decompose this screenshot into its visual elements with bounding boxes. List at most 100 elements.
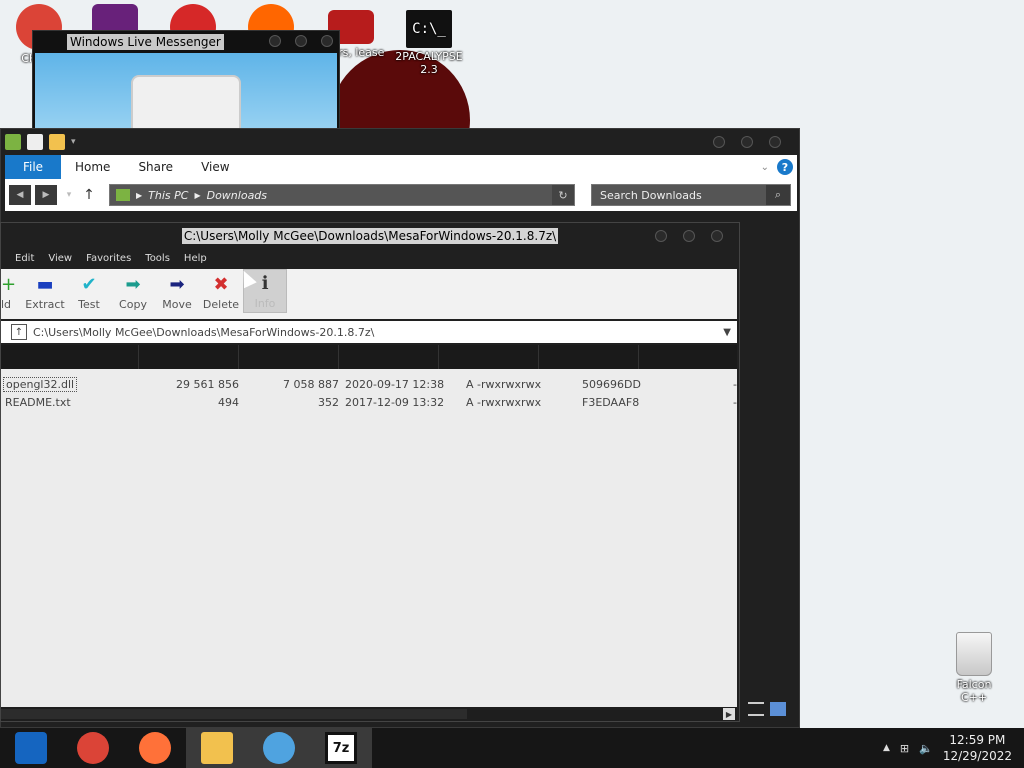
copy-button[interactable]: ➡ Copy — [111, 269, 155, 313]
file-crc: F3EDAAF8 — [582, 395, 640, 409]
tab-view[interactable]: View — [187, 155, 243, 179]
address-bar[interactable]: ▶ This PC ▶ Downloads ↻ — [109, 184, 575, 206]
breadcrumb-downloads[interactable]: Downloads — [207, 189, 267, 202]
chrome-canary-icon — [15, 732, 47, 764]
scroll-right-arrow-icon[interactable]: ▶ — [723, 708, 735, 720]
properties-icon[interactable] — [27, 134, 43, 150]
delete-button[interactable]: ✖ Delete — [199, 269, 243, 313]
tab-share[interactable]: Share — [124, 155, 187, 179]
minimize-button[interactable] — [713, 136, 725, 148]
file-crc: 509696DD — [582, 377, 641, 391]
chevron-down-icon[interactable]: ⌄ — [761, 162, 769, 173]
close-button[interactable] — [321, 35, 333, 47]
favorite-folder-icon[interactable]: ↑ — [11, 324, 27, 340]
chevron-up-icon[interactable]: ▲ — [883, 743, 890, 753]
column-crc[interactable] — [539, 345, 639, 369]
network-icon[interactable]: ⊞ — [900, 742, 909, 755]
breadcrumb-this-pc[interactable]: This PC — [148, 189, 188, 202]
search-icon[interactable]: ⌕ — [766, 185, 790, 205]
desktop-icon-2pacalypse[interactable]: C:\_ 2PACALYPSE 2.3 — [394, 10, 464, 76]
messenger-body — [35, 53, 337, 145]
messenger-window[interactable]: Windows Live Messenger — [32, 30, 340, 145]
info-label: Info — [254, 297, 276, 310]
column-size[interactable] — [139, 345, 239, 369]
add-button[interactable]: + ld — [1, 269, 23, 313]
minimize-button[interactable] — [655, 230, 667, 242]
tab-file[interactable]: File — [5, 155, 61, 179]
horizontal-scrollbar[interactable]: ▶ — [1, 707, 737, 721]
details-view-icon[interactable] — [748, 702, 764, 716]
desktop-icon-label: 2PACALYPSE 2.3 — [395, 50, 463, 76]
move-button[interactable]: ➡ Move — [155, 269, 199, 313]
file-size: 29 561 856 — [176, 377, 239, 391]
column-name[interactable] — [1, 345, 139, 369]
delete-icon: ✖ — [213, 274, 229, 295]
help-icon[interactable]: ? — [777, 159, 793, 175]
breadcrumb-separator-icon: ▶ — [194, 190, 201, 200]
add-label: ld — [1, 298, 12, 311]
search-input[interactable]: Search Downloads ⌕ — [591, 184, 791, 206]
preview-pane-icon[interactable] — [770, 702, 786, 716]
forward-button[interactable]: ▶ — [35, 185, 57, 205]
chevron-down-icon[interactable]: ▼ — [723, 327, 731, 338]
column-encrypted[interactable] — [639, 345, 737, 369]
add-icon: + — [1, 274, 17, 295]
taskbar: 7z ▲ ⊞ 🔈 12:59 PM 12/29/2022 — [0, 728, 1024, 768]
column-modified[interactable] — [339, 345, 439, 369]
refresh-icon[interactable]: ↻ — [552, 185, 574, 205]
clock[interactable]: 12:59 PM 12/29/2022 — [943, 732, 1012, 764]
messenger-title: Windows Live Messenger — [67, 34, 224, 50]
file-packed-size: 7 058 887 — [283, 377, 339, 391]
path-bar[interactable]: ↑ C:\Users\Molly McGee\Downloads\MesaFor… — [1, 321, 737, 343]
file-list[interactable]: opengl32.dll 29 561 856 7 058 887 2020-0… — [1, 345, 737, 707]
folder-icon — [201, 732, 233, 764]
table-row[interactable]: opengl32.dll 29 561 856 7 058 887 2020-0… — [1, 375, 737, 393]
back-button[interactable]: ◀ — [9, 185, 31, 205]
system-tray: ▲ ⊞ 🔈 12:59 PM 12/29/2022 — [883, 732, 1024, 764]
taskbar-7zip[interactable]: 7z — [310, 728, 372, 768]
file-modified: 2017-12-09 13:32 — [345, 395, 445, 409]
copy-icon: ➡ — [125, 274, 141, 295]
minimize-button[interactable] — [269, 35, 281, 47]
folder-icon[interactable] — [5, 134, 21, 150]
file-name: README.txt — [5, 395, 71, 409]
maximize-button[interactable] — [295, 35, 307, 47]
taskbar-file-explorer[interactable] — [186, 728, 248, 768]
7zip-window[interactable]: C:\Users\Molly McGee\Downloads\MesaForWi… — [0, 222, 740, 722]
close-button[interactable] — [769, 136, 781, 148]
chevron-down-icon[interactable]: ▾ — [71, 137, 76, 147]
scrollbar-thumb[interactable] — [1, 709, 467, 719]
tab-home[interactable]: Home — [61, 155, 124, 179]
menu-help[interactable]: Help — [184, 253, 207, 264]
close-button[interactable] — [711, 230, 723, 242]
test-button[interactable]: ✔ Test — [67, 269, 111, 313]
test-icon: ✔ — [81, 274, 97, 295]
desktop-icon-label: Falcon C++ — [956, 678, 992, 704]
up-arrow-icon[interactable]: ↑ — [81, 187, 97, 203]
7zip-icon: 7z — [325, 732, 357, 764]
maximize-button[interactable] — [683, 230, 695, 242]
extract-button[interactable]: ▬ Extract — [23, 269, 67, 313]
menu-tools[interactable]: Tools — [145, 253, 170, 264]
menu-favorites[interactable]: Favorites — [86, 253, 131, 264]
file-encrypted: - — [733, 395, 737, 409]
menu-view[interactable]: View — [48, 253, 72, 264]
taskbar-chrome[interactable] — [62, 728, 124, 768]
taskbar-chrome-canary[interactable] — [0, 728, 62, 768]
column-attributes[interactable] — [439, 345, 539, 369]
ribbon-right: ⌄ ? — [761, 155, 797, 179]
taskbar-messenger[interactable] — [248, 728, 310, 768]
maximize-button[interactable] — [741, 136, 753, 148]
column-headers — [1, 345, 737, 369]
column-packed-size[interactable] — [239, 345, 339, 369]
taskbar-firefox[interactable] — [124, 728, 186, 768]
menu-edit[interactable]: Edit — [15, 253, 34, 264]
volume-icon[interactable]: 🔈 — [919, 742, 933, 755]
table-row[interactable]: README.txt 494 352 2017-12-09 13:32 A -r… — [1, 393, 737, 411]
7zip-titlebar[interactable]: C:\Users\Molly McGee\Downloads\MesaForWi… — [1, 223, 739, 249]
desktop-icon-recycle-bin[interactable]: Falcon C++ — [944, 632, 1004, 704]
recent-locations-icon[interactable]: ▾ — [61, 190, 77, 200]
messenger-titlebar[interactable]: Windows Live Messenger — [33, 31, 339, 53]
view-mode-icons — [748, 702, 786, 716]
new-folder-icon[interactable] — [49, 134, 65, 150]
